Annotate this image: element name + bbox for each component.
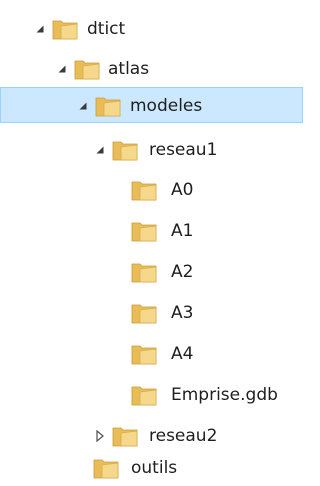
tree-item-label: modeles [130,96,203,116]
expanded-arrow-icon[interactable] [93,143,107,157]
tree-item-reseau1[interactable]: reseau1 [0,132,303,168]
tree-item-label: atlas [108,59,150,79]
tree-item-emprise-gdb[interactable]: Emprise.gdb [0,377,303,413]
folder-icon [112,139,138,161]
folder-icon [93,457,119,479]
tree-item-a2[interactable]: A2 [0,254,303,290]
folder-icon [52,18,78,40]
tree-item-label: A0 [171,180,194,200]
folder-icon [131,384,157,406]
folder-tree: dtict atlas modeles reseau1 A0 A1 A2 A3 [0,0,303,481]
folder-icon [95,95,121,117]
tree-item-dtict[interactable]: dtict [0,11,303,47]
tree-item-a3[interactable]: A3 [0,295,303,331]
folder-icon [131,302,157,324]
expanded-arrow-icon[interactable] [76,99,90,113]
folder-icon [112,425,138,447]
tree-item-a0[interactable]: A0 [0,172,303,208]
expanded-arrow-icon[interactable] [55,62,69,76]
tree-item-reseau2[interactable]: reseau2 [0,418,303,454]
tree-item-label: Emprise.gdb [171,385,278,405]
tree-item-label: dtict [87,19,126,39]
tree-item-a4[interactable]: A4 [0,336,303,372]
folder-icon [131,179,157,201]
expanded-arrow-icon[interactable] [33,22,47,36]
tree-item-a1[interactable]: A1 [0,213,303,249]
folder-icon [131,220,157,242]
folder-icon [74,58,100,80]
folder-icon [131,343,157,365]
tree-item-modeles[interactable]: modeles [0,87,303,123]
tree-item-label: A2 [171,262,194,282]
tree-item-label: reseau2 [149,426,218,446]
tree-item-atlas[interactable]: atlas [0,51,303,87]
tree-item-label: A4 [171,344,194,364]
tree-item-label: reseau1 [149,140,218,160]
tree-item-label: A1 [171,221,194,241]
tree-item-label: outils [131,458,178,478]
folder-icon [131,261,157,283]
tree-item-label: A3 [171,303,194,323]
collapsed-arrow-icon[interactable] [93,429,107,443]
